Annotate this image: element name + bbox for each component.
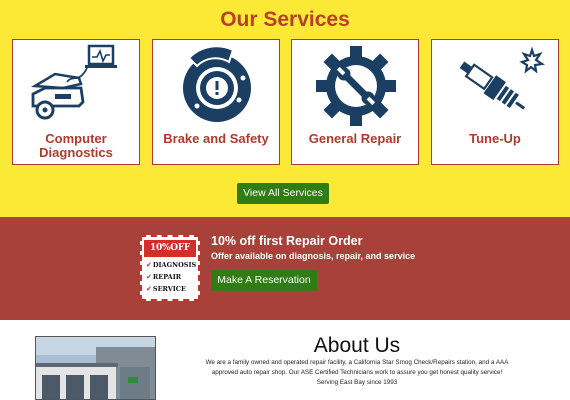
coupon-item: ✔DIAGNOSIS (146, 261, 197, 269)
about-tagline: Serving East Bay since 1993 (316, 379, 398, 386)
promo-subtitle: Offer available on diagnosis, repair, an… (211, 251, 416, 261)
services-heading: Our Services (220, 8, 350, 31)
check-icon: ✔ (146, 261, 152, 269)
service-card-label: Brake and Safety (163, 131, 269, 146)
service-card-general-repair[interactable]: General Repair (291, 39, 419, 165)
service-card-brake-and-safety[interactable]: Brake and Safety (152, 39, 280, 165)
car-diagnostics-icon (30, 44, 117, 120)
about-section: About Us We are a family owned and opera… (0, 320, 570, 400)
about-paragraph: We are a family owned and operated repai… (205, 359, 509, 376)
coupon-item: ✔SERVICE (146, 285, 186, 293)
brake-disc-icon (183, 45, 251, 122)
promo-section: 10%OFF ✔DIAGNOSIS ✔REPAIR ✔SERVICE 10% o… (0, 217, 570, 320)
services-section: Our Services Computer Diagnostics Brake … (0, 0, 570, 217)
service-card-label: Computer Diagnostics (39, 131, 113, 160)
service-card-tune-up[interactable]: Tune-Up (431, 39, 559, 165)
promo-title: 10% off first Repair Order (211, 234, 363, 248)
coupon-item: ✔REPAIR (146, 273, 182, 281)
view-all-services-button[interactable]: View All Services (237, 183, 329, 204)
check-icon: ✔ (146, 273, 152, 281)
check-icon: ✔ (146, 285, 152, 293)
coupon-badge: 10%OFF (144, 240, 196, 257)
coupon-graphic: 10%OFF ✔DIAGNOSIS ✔REPAIR ✔SERVICE (140, 235, 200, 301)
service-card-label: Tune-Up (469, 131, 521, 146)
about-text: We are a family owned and operated repai… (197, 358, 517, 388)
gear-wrench-icon (316, 46, 396, 126)
service-card-label: General Repair (308, 131, 402, 146)
shop-photo (35, 336, 156, 400)
make-reservation-button[interactable]: Make A Reservation (211, 270, 317, 291)
service-card-computer-diagnostics[interactable]: Computer Diagnostics (12, 39, 140, 165)
about-heading: About Us (313, 334, 401, 357)
spark-plug-icon (459, 46, 546, 110)
